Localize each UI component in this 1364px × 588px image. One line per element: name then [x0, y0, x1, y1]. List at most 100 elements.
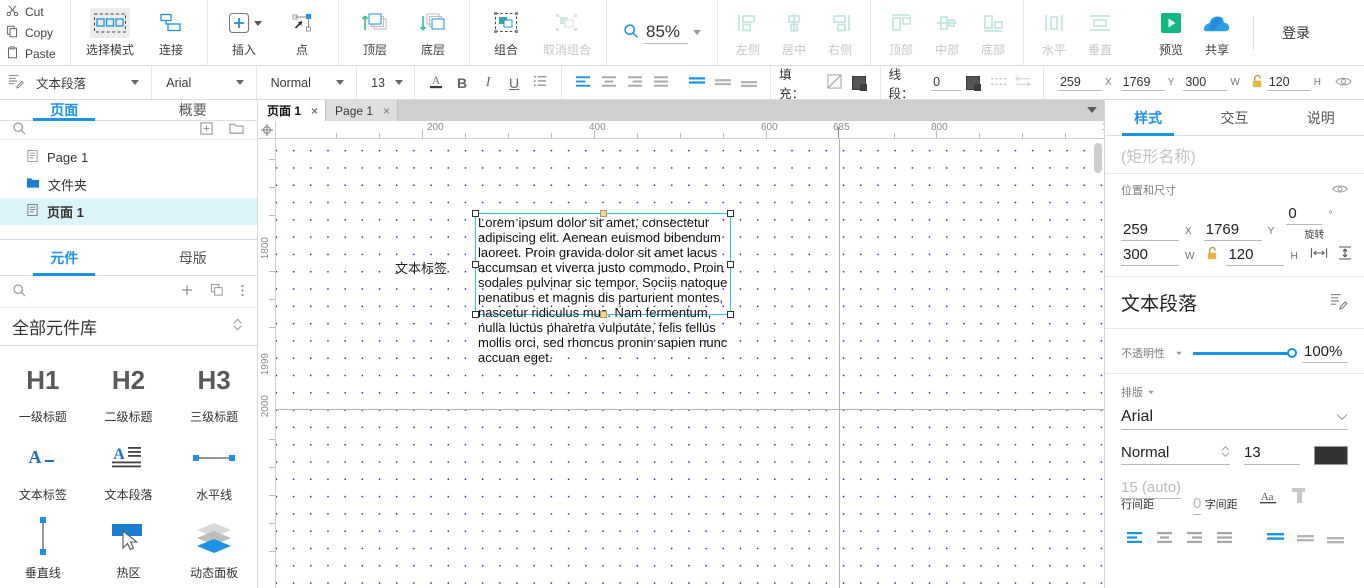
resize-handle-se[interactable]: [727, 311, 734, 318]
tab-style[interactable]: 样式: [1105, 100, 1191, 136]
font-weight-select[interactable]: Normal: [1121, 444, 1230, 465]
valign-bottom-button[interactable]: [1322, 526, 1348, 552]
search-icon[interactable]: [12, 121, 27, 139]
align-middle-button[interactable]: 中部: [924, 6, 970, 58]
font-color-swatch[interactable]: [1314, 446, 1348, 465]
send-to-back-button[interactable]: 底层: [404, 6, 462, 58]
align-top-button[interactable]: 顶部: [878, 6, 924, 58]
resize-handle-ne[interactable]: [727, 210, 734, 217]
cut-button[interactable]: Cut: [6, 1, 70, 22]
widget-text-label[interactable]: A 文本标签: [0, 436, 86, 510]
chevron-down-icon[interactable]: [1176, 351, 1182, 355]
distribute-horizontal-button[interactable]: 水平: [1031, 6, 1077, 58]
align-center-button[interactable]: 居中: [771, 6, 817, 58]
group-button[interactable]: 组合: [477, 6, 535, 58]
aspect-unlock-button[interactable]: [1249, 70, 1267, 96]
distribute-vertical-button[interactable]: 垂直: [1077, 6, 1123, 58]
point-button[interactable]: 点: [273, 6, 331, 58]
fill-color-button[interactable]: [847, 70, 872, 96]
chevron-down-icon[interactable]: [1148, 390, 1154, 394]
widget-dynamic-panel[interactable]: 动态面板: [171, 514, 257, 588]
preview-button[interactable]: 预览: [1148, 6, 1194, 58]
insert-button[interactable]: 插入: [215, 6, 273, 58]
duplicate-icon[interactable]: [210, 283, 224, 300]
canvas-scrollbar-vertical[interactable]: [1094, 143, 1102, 173]
vertical-ruler[interactable]: 1800 1999 2000: [258, 139, 276, 588]
align-text-center-button[interactable]: [1151, 526, 1177, 552]
login-button[interactable]: 登录: [1282, 23, 1310, 43]
selection-mode-button[interactable]: 选择模式: [78, 6, 142, 58]
tree-item-page1[interactable]: Page 1: [0, 144, 257, 171]
width-input[interactable]: [1121, 246, 1179, 266]
align-text-left-button[interactable]: [570, 70, 596, 96]
valign-top-button[interactable]: [1262, 526, 1288, 552]
ungroup-button[interactable]: 取消组合: [535, 6, 599, 58]
aspect-unlock-button[interactable]: [1206, 246, 1219, 264]
align-text-right-button[interactable]: [1181, 526, 1207, 552]
line-color-button[interactable]: [961, 70, 986, 96]
resize-handle-e[interactable]: [727, 261, 734, 268]
tab-pages[interactable]: 页面: [0, 100, 129, 121]
canvas-tab-active[interactable]: 页面 1 ×: [258, 100, 327, 121]
no-fill-button[interactable]: [822, 70, 847, 96]
close-icon[interactable]: ×: [383, 104, 390, 118]
align-text-center-button[interactable]: [596, 70, 622, 96]
eye-icon[interactable]: [1332, 183, 1348, 198]
zoom-chevron-down-icon[interactable]: [693, 30, 701, 35]
tree-item-page-selected[interactable]: 页面 1: [0, 198, 257, 225]
canvas-text-label[interactable]: 文本标签: [395, 258, 447, 277]
widget-vertical-line[interactable]: 垂直线: [0, 514, 86, 588]
widget-hotspot[interactable]: 热区: [86, 514, 172, 588]
add-folder-icon[interactable]: [228, 121, 245, 139]
close-icon[interactable]: ×: [311, 104, 318, 118]
bring-to-front-button[interactable]: 顶层: [346, 6, 404, 58]
widget-name-input[interactable]: (矩形名称): [1121, 143, 1196, 167]
valign-middle-button[interactable]: [1292, 526, 1318, 552]
insert-caret-icon[interactable]: [253, 20, 262, 26]
plus-icon[interactable]: [180, 283, 194, 300]
line-dash-button[interactable]: [986, 70, 1011, 96]
font-size-input[interactable]: 13: [1244, 444, 1300, 465]
height-input[interactable]: [1266, 74, 1311, 91]
more-vertical-icon[interactable]: [240, 283, 245, 301]
align-text-justify-button[interactable]: [1211, 526, 1237, 552]
fit-height-icon[interactable]: [1337, 245, 1353, 264]
y-input[interactable]: [1203, 221, 1262, 241]
y-input[interactable]: [1120, 74, 1165, 91]
align-text-left-button[interactable]: [1121, 526, 1147, 552]
visibility-toggle-button[interactable]: [1330, 70, 1356, 96]
connect-button[interactable]: 连接: [142, 6, 200, 58]
letter-spacing-input[interactable]: 0: [1193, 495, 1202, 515]
style-select[interactable]: 文本段落: [30, 72, 143, 94]
align-text-right-button[interactable]: [622, 70, 648, 96]
width-input[interactable]: [1183, 74, 1228, 91]
x-input[interactable]: [1057, 74, 1102, 91]
align-text-justify-button[interactable]: [648, 70, 674, 96]
valign-top-button[interactable]: [684, 70, 710, 96]
x-input[interactable]: [1121, 221, 1179, 241]
widget-h1[interactable]: H1 一级标题: [0, 358, 86, 432]
text-case-icon[interactable]: Aa: [1259, 489, 1279, 508]
tab-notes[interactable]: 说明: [1278, 100, 1364, 135]
align-left-button[interactable]: 左侧: [725, 6, 771, 58]
align-bottom-button[interactable]: 底部: [970, 6, 1016, 58]
resize-handle-nw[interactable]: [472, 210, 479, 217]
valign-bottom-button[interactable]: [736, 70, 762, 96]
ruler-origin-button[interactable]: [258, 121, 276, 139]
tree-item-folder[interactable]: 文件夹: [0, 171, 257, 198]
add-page-icon[interactable]: [199, 121, 214, 139]
tab-outline[interactable]: 概要: [129, 100, 258, 120]
search-icon[interactable]: [12, 283, 27, 301]
edit-style-icon[interactable]: [1330, 292, 1348, 313]
line-height-input[interactable]: 15 (auto): [1121, 479, 1182, 499]
resize-handle-n[interactable]: [600, 210, 607, 217]
selected-text-paragraph[interactable]: Lorem ipsum dolor sit amet, consectetur …: [472, 210, 734, 365]
copy-button[interactable]: Copy: [6, 22, 70, 43]
height-input[interactable]: [1226, 246, 1285, 266]
tab-masters[interactable]: 母版: [129, 240, 258, 275]
widget-horizontal-line[interactable]: 水平线: [171, 436, 257, 510]
widget-h2[interactable]: H2 二级标题: [86, 358, 172, 432]
tab-interactions[interactable]: 交互: [1191, 100, 1277, 135]
tab-widgets[interactable]: 元件: [0, 240, 129, 276]
resize-handle-s[interactable]: [600, 311, 607, 318]
